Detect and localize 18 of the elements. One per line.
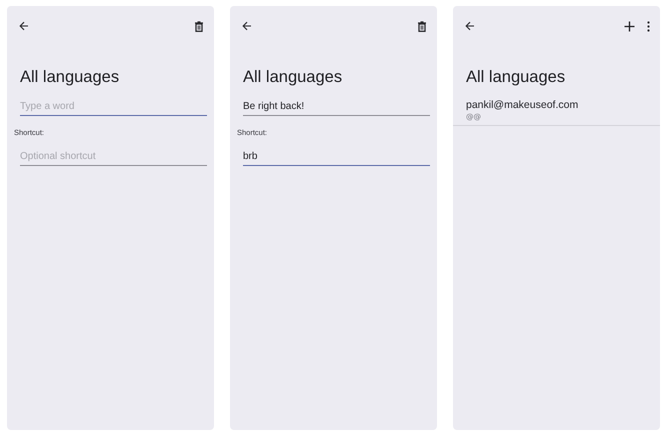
back-button[interactable] [240, 19, 254, 33]
shortcut-field[interactable]: brb [243, 149, 430, 166]
delete-button[interactable] [415, 18, 429, 34]
back-button[interactable] [17, 19, 31, 33]
more-options-button[interactable] [645, 18, 652, 34]
delete-button[interactable] [192, 18, 206, 34]
word-field[interactable]: Be right back! [243, 99, 430, 116]
back-icon [465, 21, 475, 31]
back-icon [19, 21, 29, 31]
screen-title: All languages [243, 68, 344, 87]
screen-title: All languages [20, 68, 120, 87]
word-field[interactable]: Type a word [20, 99, 207, 116]
shortcut-field[interactable]: Optional shortcut [20, 149, 207, 166]
screen-title: All languages [466, 68, 566, 87]
back-icon [242, 21, 252, 31]
back-button[interactable] [463, 19, 477, 33]
add-button[interactable] [622, 18, 637, 34]
entry-word: pankil@makeuseof.com [466, 99, 578, 111]
